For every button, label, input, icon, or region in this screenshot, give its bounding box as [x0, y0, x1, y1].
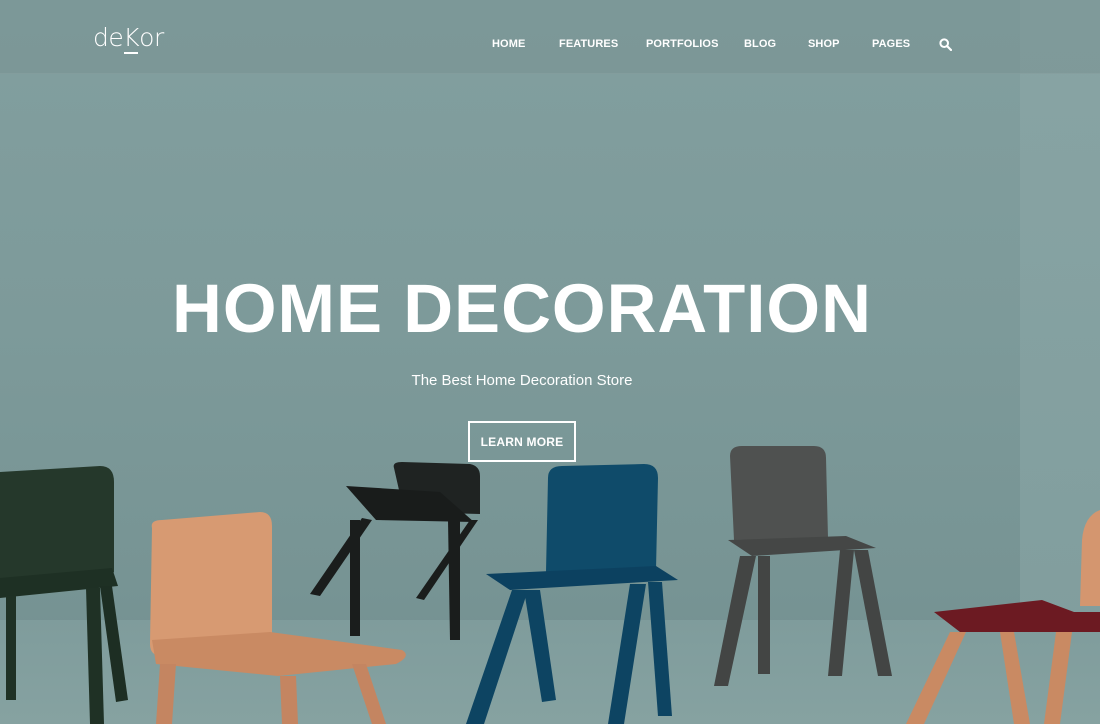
nav-shop[interactable]: SHOP [808, 38, 840, 50]
chair-gray [714, 446, 892, 686]
nav-portfolios[interactable]: PORTFOLIOS [646, 38, 719, 50]
nav-home[interactable]: HOME [492, 38, 525, 50]
hero-background-photo [0, 446, 1100, 724]
hero-title: HOME DECORATION [172, 270, 872, 347]
hero-subtitle: The Best Home Decoration Store [411, 372, 633, 389]
learn-more-button[interactable]: LEARN MORE [468, 421, 576, 462]
nav-features[interactable]: FEATURES [559, 38, 618, 50]
chair-black [310, 462, 480, 640]
nav-blog[interactable]: BLOG [744, 38, 776, 50]
chair-wood-left [150, 512, 406, 724]
chair-burgundy-right [906, 510, 1100, 724]
site-header: deKor HOME FEATURES PORTFOLIOS BLOG SHOP… [0, 0, 1100, 74]
search-icon[interactable] [939, 38, 953, 52]
main-nav: HOME FEATURES PORTFOLIOS BLOG SHOP PAGES [0, 38, 1100, 52]
chair-green [0, 466, 128, 724]
chair-blue [466, 464, 678, 724]
hero-section: HOME DECORATION The Best Home Decoration… [0, 0, 1100, 724]
nav-pages[interactable]: PAGES [872, 38, 910, 50]
